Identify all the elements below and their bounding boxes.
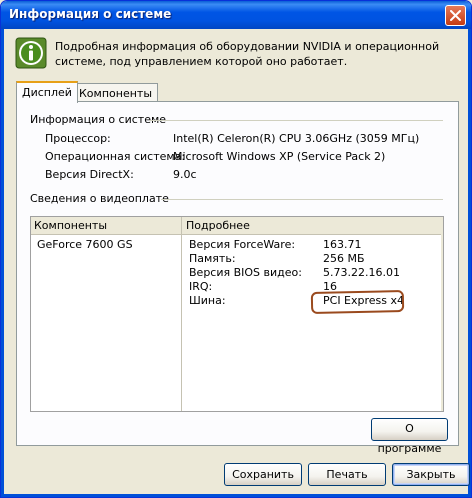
bios-value: 5.73.22.16.01 <box>323 266 400 279</box>
title-bar[interactable]: Информация о системе <box>1 1 471 29</box>
column-header-components[interactable]: Компоненты <box>34 219 107 232</box>
bus-label: Шина: <box>189 294 226 307</box>
memory-value: 256 МБ <box>323 252 365 265</box>
bus-highlight-outline <box>310 290 405 314</box>
component-item-gpu[interactable]: GeForce 7600 GS <box>37 238 133 251</box>
os-label: Операционная система: <box>45 150 186 163</box>
section-divider <box>161 199 443 200</box>
directx-label: Версия DirectX: <box>45 168 134 181</box>
forceware-value: 163.71 <box>323 238 362 251</box>
memory-label: Память: <box>189 252 236 265</box>
save-button[interactable]: Сохранить <box>224 463 302 486</box>
list-right-edge <box>441 234 443 411</box>
about-button[interactable]: О программе <box>371 418 448 455</box>
section-divider <box>149 120 443 121</box>
print-button[interactable]: Печать <box>308 463 386 486</box>
system-info-heading: Информация о системе <box>30 113 167 126</box>
info-icon <box>15 37 47 69</box>
os-value: Microsoft Windows XP (Service Pack 2) <box>173 150 386 163</box>
window-frame-left <box>1 29 4 497</box>
window-close-button[interactable] <box>445 5 466 26</box>
intro-description: Подробная информация об оборудовании NVI… <box>55 40 440 68</box>
system-info-window: Информация о системе Подробная информаци… <box>0 0 472 498</box>
column-header-details[interactable]: Подробнее <box>186 219 250 232</box>
tab-display[interactable]: Дисплей <box>16 81 78 103</box>
cpu-value: Intel(R) Celeron(R) CPU 3.06GHz (3059 МГ… <box>173 132 420 145</box>
directx-value: 9.0c <box>173 168 197 181</box>
tab-components[interactable]: Компоненты <box>73 83 159 103</box>
close-icon <box>450 10 461 21</box>
close-button[interactable]: Закрыть <box>392 463 470 486</box>
list-header: Компоненты Подробнее <box>31 217 443 235</box>
video-info-heading: Сведения о видеоплате <box>30 192 169 205</box>
window-frame-bottom <box>1 494 471 497</box>
window-title: Информация о системе <box>9 7 172 21</box>
cpu-label: Процессор: <box>45 132 111 145</box>
forceware-label: Версия ForceWare: <box>189 238 296 251</box>
window-frame-right <box>468 29 471 497</box>
irq-label: IRQ: <box>189 280 213 293</box>
column-divider <box>181 217 182 411</box>
bios-label: Версия BIOS видео: <box>189 266 302 279</box>
